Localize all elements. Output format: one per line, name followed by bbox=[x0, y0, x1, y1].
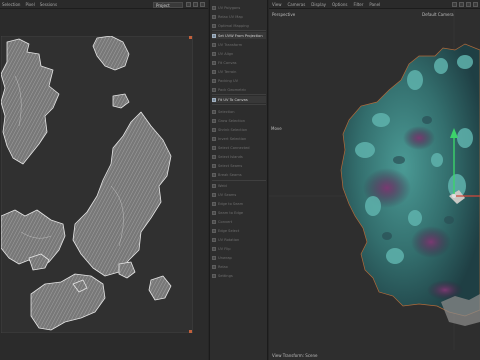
uv-toolbar-icons bbox=[186, 2, 205, 7]
tool-item[interactable]: UV Align bbox=[212, 50, 266, 57]
uv-canvas[interactable] bbox=[1, 36, 193, 333]
divider bbox=[212, 30, 266, 31]
tool-icon bbox=[212, 172, 216, 177]
tool-item[interactable]: Selection bbox=[212, 108, 266, 115]
uv-editor-panel[interactable]: Selection Pixel Sessions Project bbox=[0, 0, 208, 360]
tool-icon bbox=[212, 127, 216, 132]
active-tool-label: Move bbox=[271, 126, 282, 131]
coral-mesh[interactable] bbox=[340, 43, 480, 326]
tool-icon bbox=[212, 219, 216, 224]
tool-item[interactable]: Shrink Selection bbox=[212, 126, 266, 133]
menu-filter[interactable]: Filter bbox=[353, 2, 363, 7]
tool-icon bbox=[212, 23, 216, 28]
tool-item-active[interactable]: Fit UV To Canvas bbox=[212, 96, 266, 103]
grid-icon[interactable] bbox=[200, 2, 205, 7]
viewport-nav-icons bbox=[452, 2, 478, 7]
zoom-icon[interactable] bbox=[459, 2, 464, 7]
tool-icon bbox=[212, 42, 216, 47]
tool-item[interactable]: UV Seams bbox=[212, 191, 266, 198]
tool-item[interactable]: Convert bbox=[212, 218, 266, 225]
tool-item[interactable]: Select Seams bbox=[212, 162, 266, 169]
view-toggle-icon[interactable] bbox=[186, 2, 191, 7]
tool-icon bbox=[212, 154, 216, 159]
tool-icon bbox=[212, 60, 216, 65]
tool-icon bbox=[212, 228, 216, 233]
tool-icon bbox=[212, 255, 216, 260]
tool-item[interactable]: Grow Selection bbox=[212, 117, 266, 124]
tool-item[interactable]: Relax bbox=[212, 263, 266, 270]
maximize-icon[interactable] bbox=[473, 2, 478, 7]
menu-options[interactable]: Options bbox=[332, 2, 347, 7]
tool-icon bbox=[212, 78, 216, 83]
snap-icon[interactable] bbox=[193, 2, 198, 7]
tool-item[interactable]: Settings bbox=[212, 272, 266, 279]
tool-icon bbox=[212, 14, 216, 19]
tool-item[interactable]: Unwrap bbox=[212, 254, 266, 261]
tool-item[interactable]: Edge Select bbox=[212, 227, 266, 234]
tool-item[interactable]: Select Connected bbox=[212, 144, 266, 151]
tool-item[interactable]: Fit Canvas bbox=[212, 59, 266, 66]
divider bbox=[212, 180, 266, 181]
tool-panel: UV Polygons Relax UV Map Optimal Mapping… bbox=[209, 0, 268, 360]
tool-icon bbox=[212, 192, 216, 197]
rotate-icon[interactable] bbox=[466, 2, 471, 7]
menu-panel[interactable]: Panel bbox=[369, 2, 380, 7]
tool-icon bbox=[212, 69, 216, 74]
projection-label: Perspective bbox=[272, 12, 296, 17]
tool-item-active[interactable]: Set UVW From Projection bbox=[212, 32, 266, 39]
tool-item[interactable]: Select Islands bbox=[212, 153, 266, 160]
tool-item[interactable]: Weld bbox=[212, 182, 266, 189]
tool-icon bbox=[212, 87, 216, 92]
pan-icon[interactable] bbox=[452, 2, 457, 7]
tool-icon bbox=[212, 210, 216, 215]
divider bbox=[212, 104, 266, 105]
tool-icon bbox=[212, 5, 216, 10]
tool-icon bbox=[212, 163, 216, 168]
project-dropdown[interactable]: Project bbox=[153, 2, 183, 8]
tool-icon bbox=[212, 109, 216, 114]
tool-item[interactable]: UV Flip bbox=[212, 245, 266, 252]
tool-item[interactable]: UV Terrain bbox=[212, 68, 266, 75]
tool-icon bbox=[212, 51, 216, 56]
tool-icon bbox=[212, 97, 216, 102]
tool-item[interactable]: UV Transform bbox=[212, 41, 266, 48]
uv-editor-menubar: Selection Pixel Sessions Project bbox=[0, 0, 208, 9]
status-text: View Transform: Scene bbox=[272, 353, 318, 358]
menu-display[interactable]: Display bbox=[311, 2, 326, 7]
tool-item[interactable]: Packing UV bbox=[212, 77, 266, 84]
tool-item[interactable]: Seam to Edge bbox=[212, 209, 266, 216]
tool-item[interactable]: UV Rotation bbox=[212, 236, 266, 243]
tool-icon bbox=[212, 273, 216, 278]
tool-item[interactable]: Edge to Seam bbox=[212, 200, 266, 207]
viewport-menubar: View Cameras Display Options Filter Pane… bbox=[269, 0, 480, 9]
tool-item[interactable]: Relax UV Map bbox=[212, 13, 266, 20]
camera-label[interactable]: Default Camera bbox=[422, 12, 454, 17]
tool-icon bbox=[212, 118, 216, 123]
menu-sessions[interactable]: Sessions bbox=[40, 2, 57, 7]
tool-icon bbox=[212, 237, 216, 242]
menu-selection[interactable]: Selection bbox=[2, 2, 20, 7]
tool-item[interactable]: Optimal Mapping bbox=[212, 22, 266, 29]
tool-icon bbox=[212, 33, 216, 38]
menu-cameras[interactable]: Cameras bbox=[288, 2, 306, 7]
tool-icon bbox=[212, 183, 216, 188]
tool-icon bbox=[212, 145, 216, 150]
divider bbox=[212, 94, 266, 95]
tool-item[interactable]: Break Seams bbox=[212, 171, 266, 178]
tool-icon bbox=[212, 246, 216, 251]
tool-icon bbox=[212, 136, 216, 141]
menu-view[interactable]: View bbox=[272, 2, 282, 7]
viewport-scene[interactable] bbox=[269, 10, 480, 350]
tool-icon bbox=[212, 201, 216, 206]
app-window: Selection Pixel Sessions Project UV Poly… bbox=[0, 0, 480, 360]
tool-item[interactable]: Invert Selection bbox=[212, 135, 266, 142]
menu-pixel[interactable]: Pixel bbox=[25, 2, 34, 7]
3d-viewport[interactable]: View Cameras Display Options Filter Pane… bbox=[269, 0, 480, 360]
tool-item[interactable]: UV Polygons bbox=[212, 4, 266, 11]
tool-icon bbox=[212, 264, 216, 269]
tool-item[interactable]: Pack Geometric bbox=[212, 86, 266, 93]
